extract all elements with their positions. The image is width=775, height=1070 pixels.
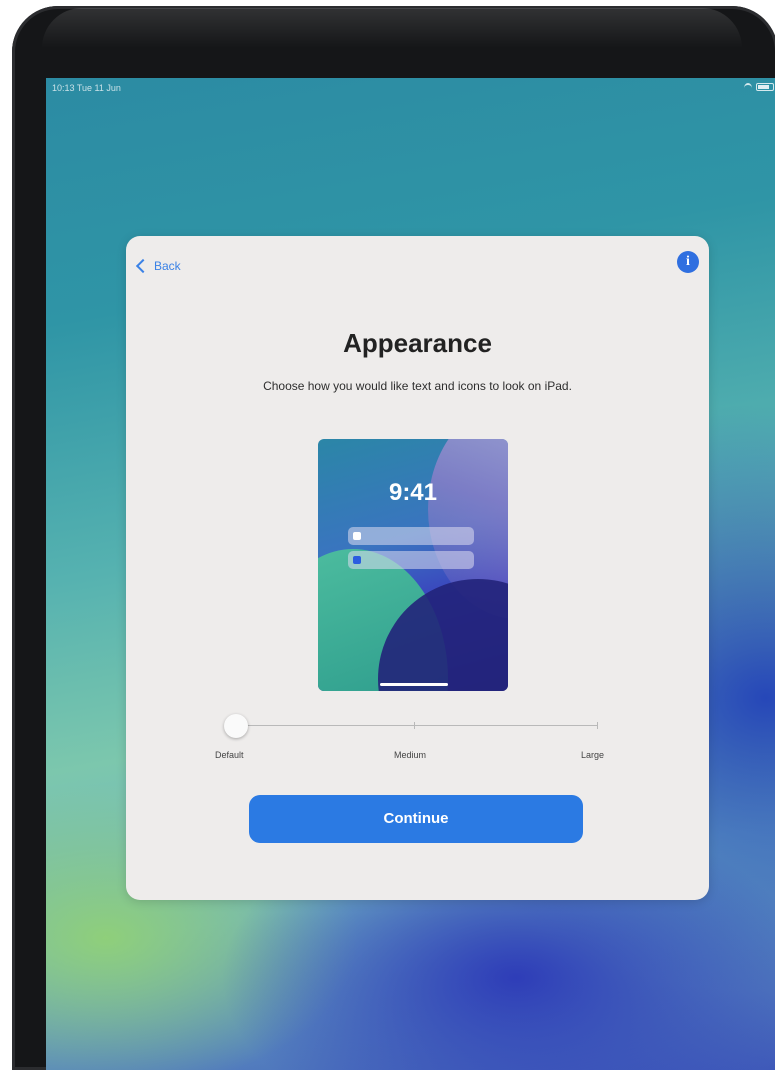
slider-tick: [597, 722, 598, 729]
back-label: Back: [154, 259, 181, 273]
back-button[interactable]: Back: [135, 256, 181, 276]
page-subtitle: Choose how you would like text and icons…: [263, 379, 572, 393]
info-button[interactable]: i: [677, 251, 699, 273]
slider-label-default: Default: [215, 750, 244, 760]
continue-button[interactable]: Continue: [249, 795, 583, 843]
slider-label-large: Large: [581, 750, 605, 760]
page-title: Appearance: [343, 328, 492, 358]
slider-thumb[interactable]: [224, 714, 248, 738]
info-icon: i: [686, 254, 690, 269]
slider-tick: [414, 722, 415, 729]
battery-icon: [756, 83, 774, 91]
chevron-left-icon: [135, 258, 151, 274]
status-time: 10:13 Tue 11 Jun: [52, 83, 121, 93]
display-preview-image: 9:41: [318, 439, 508, 691]
notification-icon: [353, 532, 361, 540]
ipad-screen: 10:13 Tue 11 Jun Back i Appearance Choos…: [46, 78, 775, 1070]
setup-card: Back i Appearance Choose how you would l…: [126, 236, 709, 900]
preview-clock: 9:41: [388, 479, 438, 506]
status-bar: 10:13 Tue 11 Jun: [46, 78, 775, 98]
ipad-device-frame: 10:13 Tue 11 Jun Back i Appearance Choos…: [12, 6, 775, 1070]
slider-label-medium: Medium: [394, 750, 427, 760]
status-indicators: [744, 83, 774, 92]
device-glare: [42, 8, 742, 48]
preview-notification: [348, 527, 474, 545]
notification-icon: [353, 556, 361, 564]
preview-notification: [348, 551, 474, 569]
preview-home-indicator: [380, 683, 448, 686]
text-size-slider[interactable]: [224, 714, 604, 738]
wifi-icon: [744, 83, 752, 93]
